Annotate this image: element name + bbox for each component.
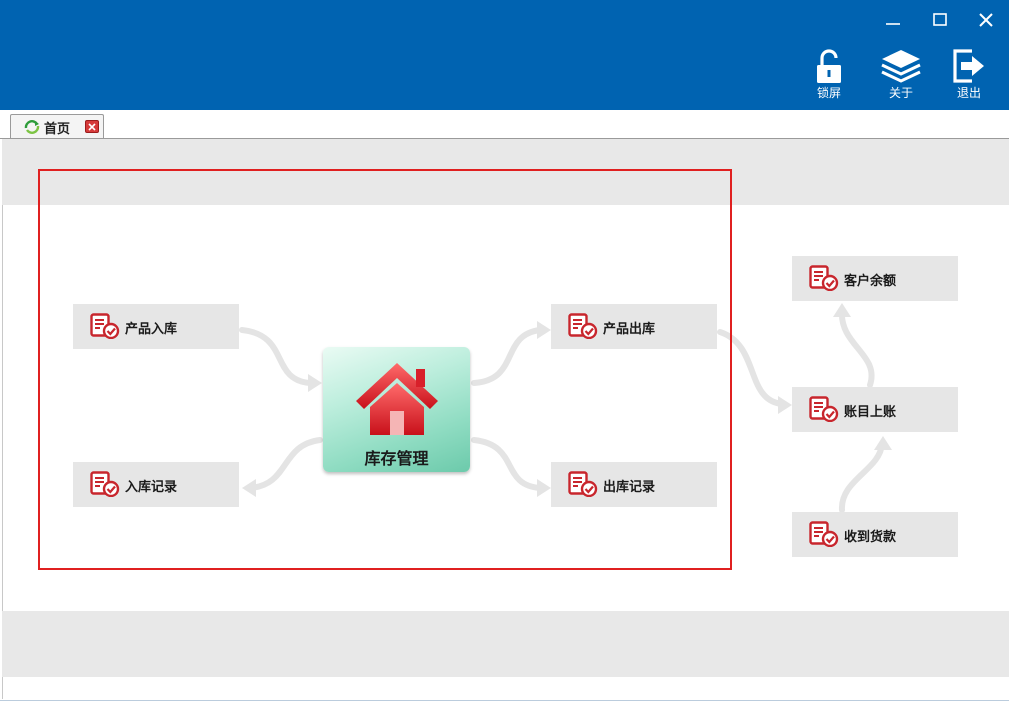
arrowhead-center-in bbox=[308, 374, 322, 392]
arrowhead-account bbox=[778, 396, 792, 414]
arrow-center-to-in-records bbox=[247, 437, 323, 491]
inventory-management-label: 库存管理 bbox=[364, 449, 429, 468]
node-account-posting-label: 账目上账 bbox=[844, 405, 897, 420]
document-check-icon bbox=[809, 396, 839, 422]
node-receive-payment-label: 收到货款 bbox=[844, 530, 897, 545]
node-product-out[interactable]: 产品出库 bbox=[551, 304, 717, 349]
arrow-account-to-balance bbox=[838, 309, 875, 388]
document-check-icon bbox=[90, 313, 120, 339]
window-bottom-edge bbox=[0, 700, 1009, 706]
node-in-records[interactable]: 入库记录 bbox=[73, 462, 239, 507]
node-customer-balance-label: 客户余额 bbox=[844, 274, 897, 289]
node-out-records[interactable]: 出库记录 bbox=[551, 462, 717, 507]
house-icon bbox=[356, 363, 438, 435]
document-check-icon bbox=[90, 471, 120, 497]
node-customer-balance[interactable]: 客户余额 bbox=[792, 256, 958, 301]
arrow-product-in-to-center bbox=[239, 327, 313, 386]
inventory-management-card[interactable]: 库存管理 bbox=[323, 347, 470, 472]
document-check-icon bbox=[809, 265, 839, 291]
node-in-records-label: 入库记录 bbox=[125, 480, 178, 495]
arrow-product-out-to-account bbox=[717, 329, 785, 407]
node-out-records-label: 出库记录 bbox=[603, 480, 656, 495]
arrowhead-out-records bbox=[537, 479, 551, 497]
arrow-center-to-product-out bbox=[471, 327, 543, 386]
node-product-out-label: 产品出库 bbox=[603, 322, 656, 337]
node-product-in[interactable]: 产品入库 bbox=[73, 304, 239, 349]
arrowhead-in-records bbox=[242, 479, 256, 497]
arrowhead-product-out bbox=[537, 321, 551, 339]
arrow-payment-to-account bbox=[839, 441, 885, 513]
node-product-in-label: 产品入库 bbox=[125, 322, 178, 337]
flow-arrows bbox=[239, 303, 892, 513]
document-check-icon bbox=[568, 471, 598, 497]
node-receive-payment[interactable]: 收到货款 bbox=[792, 512, 958, 557]
arrowhead-balance bbox=[833, 303, 851, 317]
arrow-center-to-out-records bbox=[471, 437, 543, 491]
document-check-icon bbox=[809, 521, 839, 547]
arrowhead-account-up bbox=[874, 436, 892, 450]
document-check-icon bbox=[568, 313, 598, 339]
node-account-posting[interactable]: 账目上账 bbox=[792, 387, 958, 432]
